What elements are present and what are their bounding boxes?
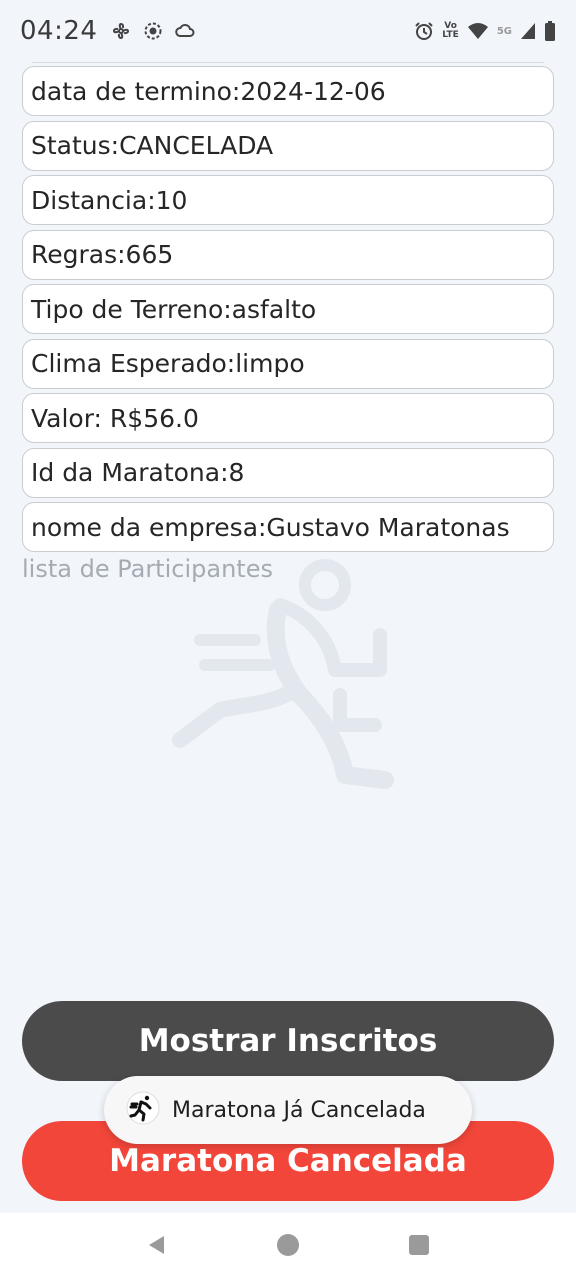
status-left-icons xyxy=(111,21,195,41)
toast: Maratona Já Cancelada xyxy=(104,1076,472,1144)
field-status: Status:CANCELADA xyxy=(22,120,554,171)
volte-icon: Vo LTE xyxy=(442,21,459,40)
cloud-icon xyxy=(175,22,195,40)
field-marathon-id: Id da Maratona:8 xyxy=(22,447,554,498)
toast-message: Maratona Já Cancelada xyxy=(172,1097,426,1123)
record-icon xyxy=(143,21,163,41)
field-rules: Regras:665 xyxy=(22,229,554,280)
show-registered-button[interactable]: Mostrar Inscritos xyxy=(22,1001,554,1081)
navigation-bar xyxy=(0,1213,576,1280)
network-label: 5G xyxy=(496,25,512,37)
field-end-date: data de termino:2024-12-06 xyxy=(22,66,554,116)
fan-icon xyxy=(111,21,131,41)
home-icon[interactable] xyxy=(275,1232,301,1262)
field-terrain-type: Tipo de Terreno:asfalto xyxy=(22,284,554,334)
wifi-icon xyxy=(467,22,489,40)
field-expected-weather: Clima Esperado:limpo xyxy=(22,338,554,389)
field-price: Valor: R$56.0 xyxy=(22,393,554,443)
participants-list-label: lista de Participantes xyxy=(22,555,273,583)
runner-app-icon xyxy=(126,1091,160,1129)
battery-icon xyxy=(544,21,556,41)
signal-icon xyxy=(520,22,536,40)
back-icon[interactable] xyxy=(145,1233,169,1261)
alarm-icon xyxy=(414,21,434,41)
top-divider xyxy=(32,62,544,63)
recents-icon[interactable] xyxy=(407,1233,431,1261)
maratona-details: data de termino:2024-12-06 Status:CANCEL… xyxy=(22,66,554,557)
status-right-icons: Vo LTE 5G xyxy=(414,21,556,41)
status-time: 04:24 xyxy=(20,16,98,46)
status-bar: 04:24 Vo LTE 5G xyxy=(0,0,576,62)
field-distance: Distancia:10 xyxy=(22,175,554,225)
runner-watermark-icon xyxy=(160,545,400,799)
